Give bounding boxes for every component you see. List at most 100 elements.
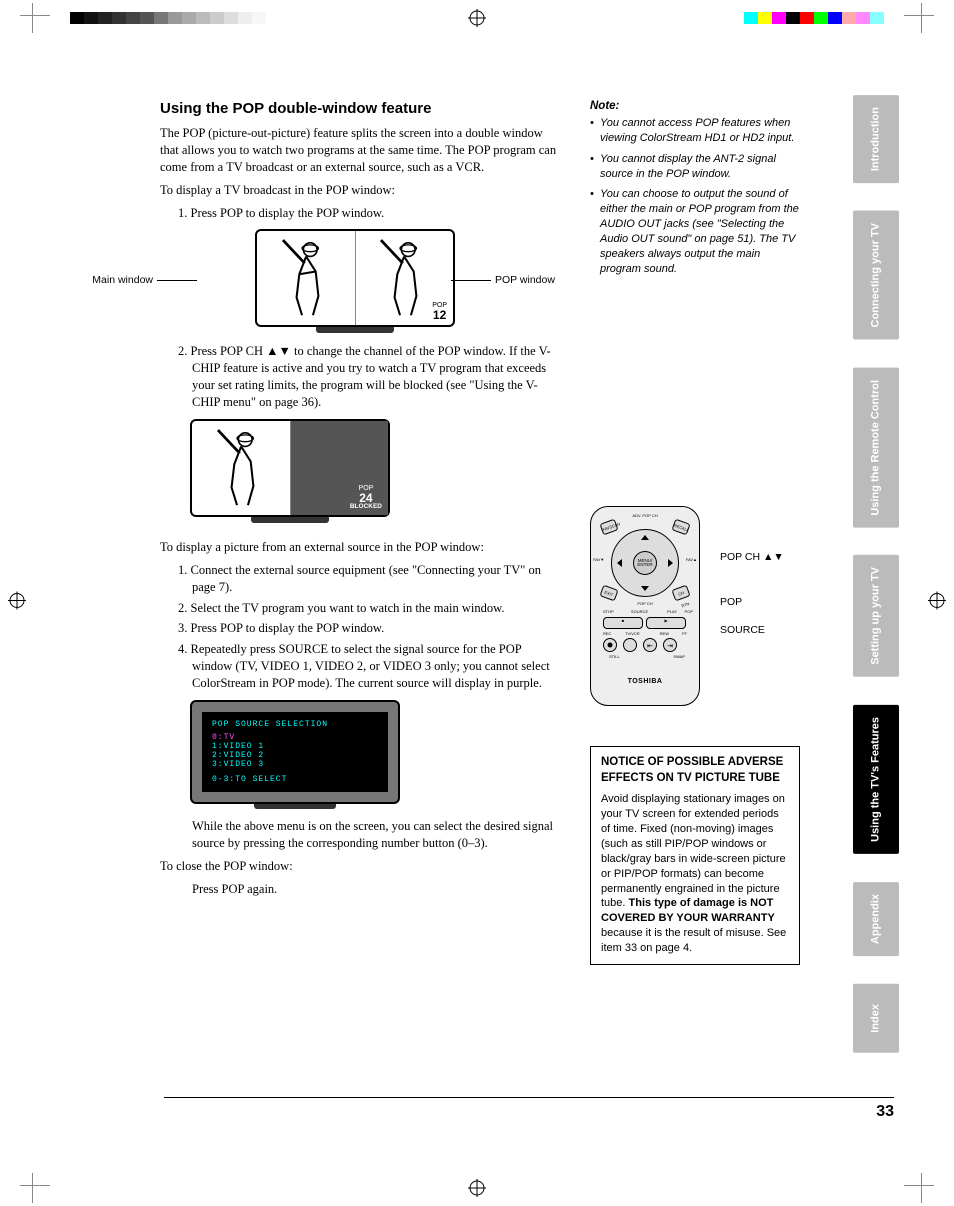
btn-rew: ⇤ bbox=[643, 638, 657, 652]
btn-fav-down: FAV▼ bbox=[593, 557, 604, 562]
lbl-ff: FF bbox=[682, 631, 687, 636]
source-row-3: 3:VIDEO 3 bbox=[212, 760, 378, 769]
main-window-label: Main window bbox=[83, 274, 153, 286]
lbl-still: STILL bbox=[609, 654, 620, 659]
registration-target-top bbox=[468, 9, 486, 27]
btn-adv-popch-label: ADV. POP CH bbox=[591, 513, 699, 518]
notice-body-post: because it is the result of misuse. See … bbox=[601, 927, 786, 954]
tab-connecting[interactable]: Connecting your TV bbox=[853, 211, 899, 340]
btn-rec bbox=[603, 638, 617, 652]
ext-step-1: 1. Connect the external source equipment… bbox=[178, 562, 560, 596]
lbl-tvvcr: TV/VCR bbox=[625, 631, 640, 636]
notice-title: NOTICE OF POSSIBLE ADVERSE EFFECTS ON TV… bbox=[601, 755, 789, 786]
pop-blocked-pane: POP 24 BLOCKED bbox=[291, 421, 389, 515]
page-number: 33 bbox=[876, 1103, 894, 1121]
btn-menu-enter: MENU/ ENTER bbox=[633, 551, 657, 575]
source-row-2: 2:VIDEO 2 bbox=[212, 751, 378, 760]
warranty-notice: NOTICE OF POSSIBLE ADVERSE EFFECTS ON TV… bbox=[590, 746, 800, 964]
lbl-swap: SWAP bbox=[673, 654, 685, 659]
ext-step-2: 2. Select the TV program you want to wat… bbox=[178, 600, 560, 617]
crop-mark-br bbox=[904, 1173, 934, 1203]
remote-control-icon: ADV. POP CH FAVSCAN RECALL MENU/ ENTER F… bbox=[590, 506, 700, 706]
btn-popch-label: POP CH bbox=[591, 601, 699, 606]
callout-source: SOURCE bbox=[720, 624, 765, 636]
pop-blocked-indicator: POP 24 BLOCKED bbox=[350, 485, 382, 511]
tab-introduction[interactable]: Introduction bbox=[853, 95, 899, 183]
note-title: Note: bbox=[590, 100, 800, 112]
btn-chrtn: CH RTN bbox=[671, 585, 690, 602]
btn-recall: RECALL bbox=[671, 519, 690, 536]
note-item-2: You cannot display the ANT-2 signal sour… bbox=[590, 152, 800, 182]
crop-mark-tr bbox=[904, 3, 934, 33]
tv-diagram-split: Main window POP 12 POP window bbox=[155, 229, 560, 329]
lbl-play: PLAY bbox=[667, 609, 677, 614]
right-column: Note: You cannot access POP features whe… bbox=[590, 100, 800, 965]
note-item-1: You cannot access POP features when view… bbox=[590, 116, 800, 146]
crop-mark-tl bbox=[20, 3, 50, 33]
btn-tvvcr bbox=[623, 638, 637, 652]
tab-features[interactable]: Using the TV's Features bbox=[853, 705, 899, 854]
dpad-right-icon bbox=[668, 559, 673, 567]
source-row-1: 1:VIDEO 1 bbox=[212, 742, 378, 751]
main-window-pane bbox=[192, 421, 291, 515]
main-window-pane bbox=[257, 231, 356, 325]
source-footer: 0-3:TO SELECT bbox=[212, 775, 378, 784]
lbl-rew: REW bbox=[660, 631, 669, 636]
batter-icon bbox=[207, 426, 275, 508]
pop-window-pane: POP 12 bbox=[356, 231, 454, 325]
lbl-pop: POP bbox=[685, 609, 693, 614]
external-lead: To display a picture from an external so… bbox=[160, 539, 560, 556]
callout-pop: POP bbox=[720, 596, 742, 608]
btn-stop-source: ■ bbox=[603, 617, 643, 629]
btn-ff: ⇥ bbox=[663, 638, 677, 652]
dpad-up-icon bbox=[641, 535, 649, 540]
batter-icon bbox=[272, 236, 340, 318]
pop-window-label: POP window bbox=[495, 274, 555, 286]
source-menu-title: POP SOURCE SELECTION bbox=[212, 720, 378, 729]
dpad-left-icon bbox=[617, 559, 622, 567]
lbl-stop: STOP bbox=[603, 609, 614, 614]
pop-channel-indicator: POP 12 bbox=[432, 302, 447, 321]
tv-diagram-blocked: POP 24 BLOCKED bbox=[190, 419, 560, 527]
crop-mark-bl bbox=[20, 1173, 50, 1203]
step-1: 1. Press POP to display the POP window. bbox=[178, 205, 560, 222]
close-lead: To close the POP window: bbox=[160, 858, 560, 875]
broadcast-lead: To display a TV broadcast in the POP win… bbox=[160, 182, 560, 199]
pop-source-menu: POP SOURCE SELECTION 0:TV 1:VIDEO 1 2:VI… bbox=[190, 700, 400, 804]
batter-icon bbox=[370, 236, 438, 318]
page-content: Using the POP double-window feature The … bbox=[160, 100, 800, 903]
note-list: You cannot access POP features when view… bbox=[590, 116, 800, 276]
left-column: Using the POP double-window feature The … bbox=[160, 100, 560, 897]
callout-popch: POP CH ▲▼ bbox=[720, 551, 784, 563]
remote-brand: TOSHIBA bbox=[591, 678, 699, 685]
btn-exit: EXIT bbox=[599, 585, 618, 602]
source-caption: While the above menu is on the screen, y… bbox=[192, 818, 560, 852]
tab-remote[interactable]: Using the Remote Control bbox=[853, 368, 899, 528]
dpad-down-icon bbox=[641, 586, 649, 591]
tab-setup[interactable]: Setting up your TV bbox=[853, 555, 899, 677]
registration-target-bottom bbox=[468, 1179, 486, 1197]
color-bars bbox=[744, 12, 884, 24]
section-tabs: Introduction Connecting your TV Using th… bbox=[853, 95, 899, 1053]
step-2: 2. Press POP CH ▲▼ to change the channel… bbox=[178, 343, 560, 411]
section-heading: Using the POP double-window feature bbox=[160, 100, 560, 117]
tab-appendix[interactable]: Appendix bbox=[853, 882, 899, 956]
source-row-0: 0:TV bbox=[212, 733, 378, 742]
tab-index[interactable]: Index bbox=[853, 984, 899, 1053]
notice-body-pre: Avoid displaying stationary images on yo… bbox=[601, 793, 786, 909]
intro-paragraph: The POP (picture-out-picture) feature sp… bbox=[160, 125, 560, 176]
btn-fav-up: FAV▲ bbox=[686, 557, 697, 562]
close-step: Press POP again. bbox=[192, 881, 560, 898]
ext-step-4: 4. Repeatedly press SOURCE to select the… bbox=[178, 641, 560, 692]
lbl-rec: REC bbox=[603, 631, 611, 636]
remote-diagram: ADV. POP CH FAVSCAN RECALL MENU/ ENTER F… bbox=[590, 506, 800, 706]
btn-favscan: FAVSCAN bbox=[599, 519, 618, 536]
registration-target-left bbox=[8, 592, 26, 615]
dpad-ring: MENU/ ENTER bbox=[611, 529, 679, 597]
note-item-3: You can choose to output the sound of ei… bbox=[590, 187, 800, 276]
btn-play-pop: ▶ bbox=[646, 617, 686, 629]
registration-bottom bbox=[0, 1178, 954, 1198]
ext-step-3: 3. Press POP to display the POP window. bbox=[178, 620, 560, 637]
registration-top bbox=[0, 8, 954, 28]
grayscale-bars bbox=[70, 12, 266, 24]
